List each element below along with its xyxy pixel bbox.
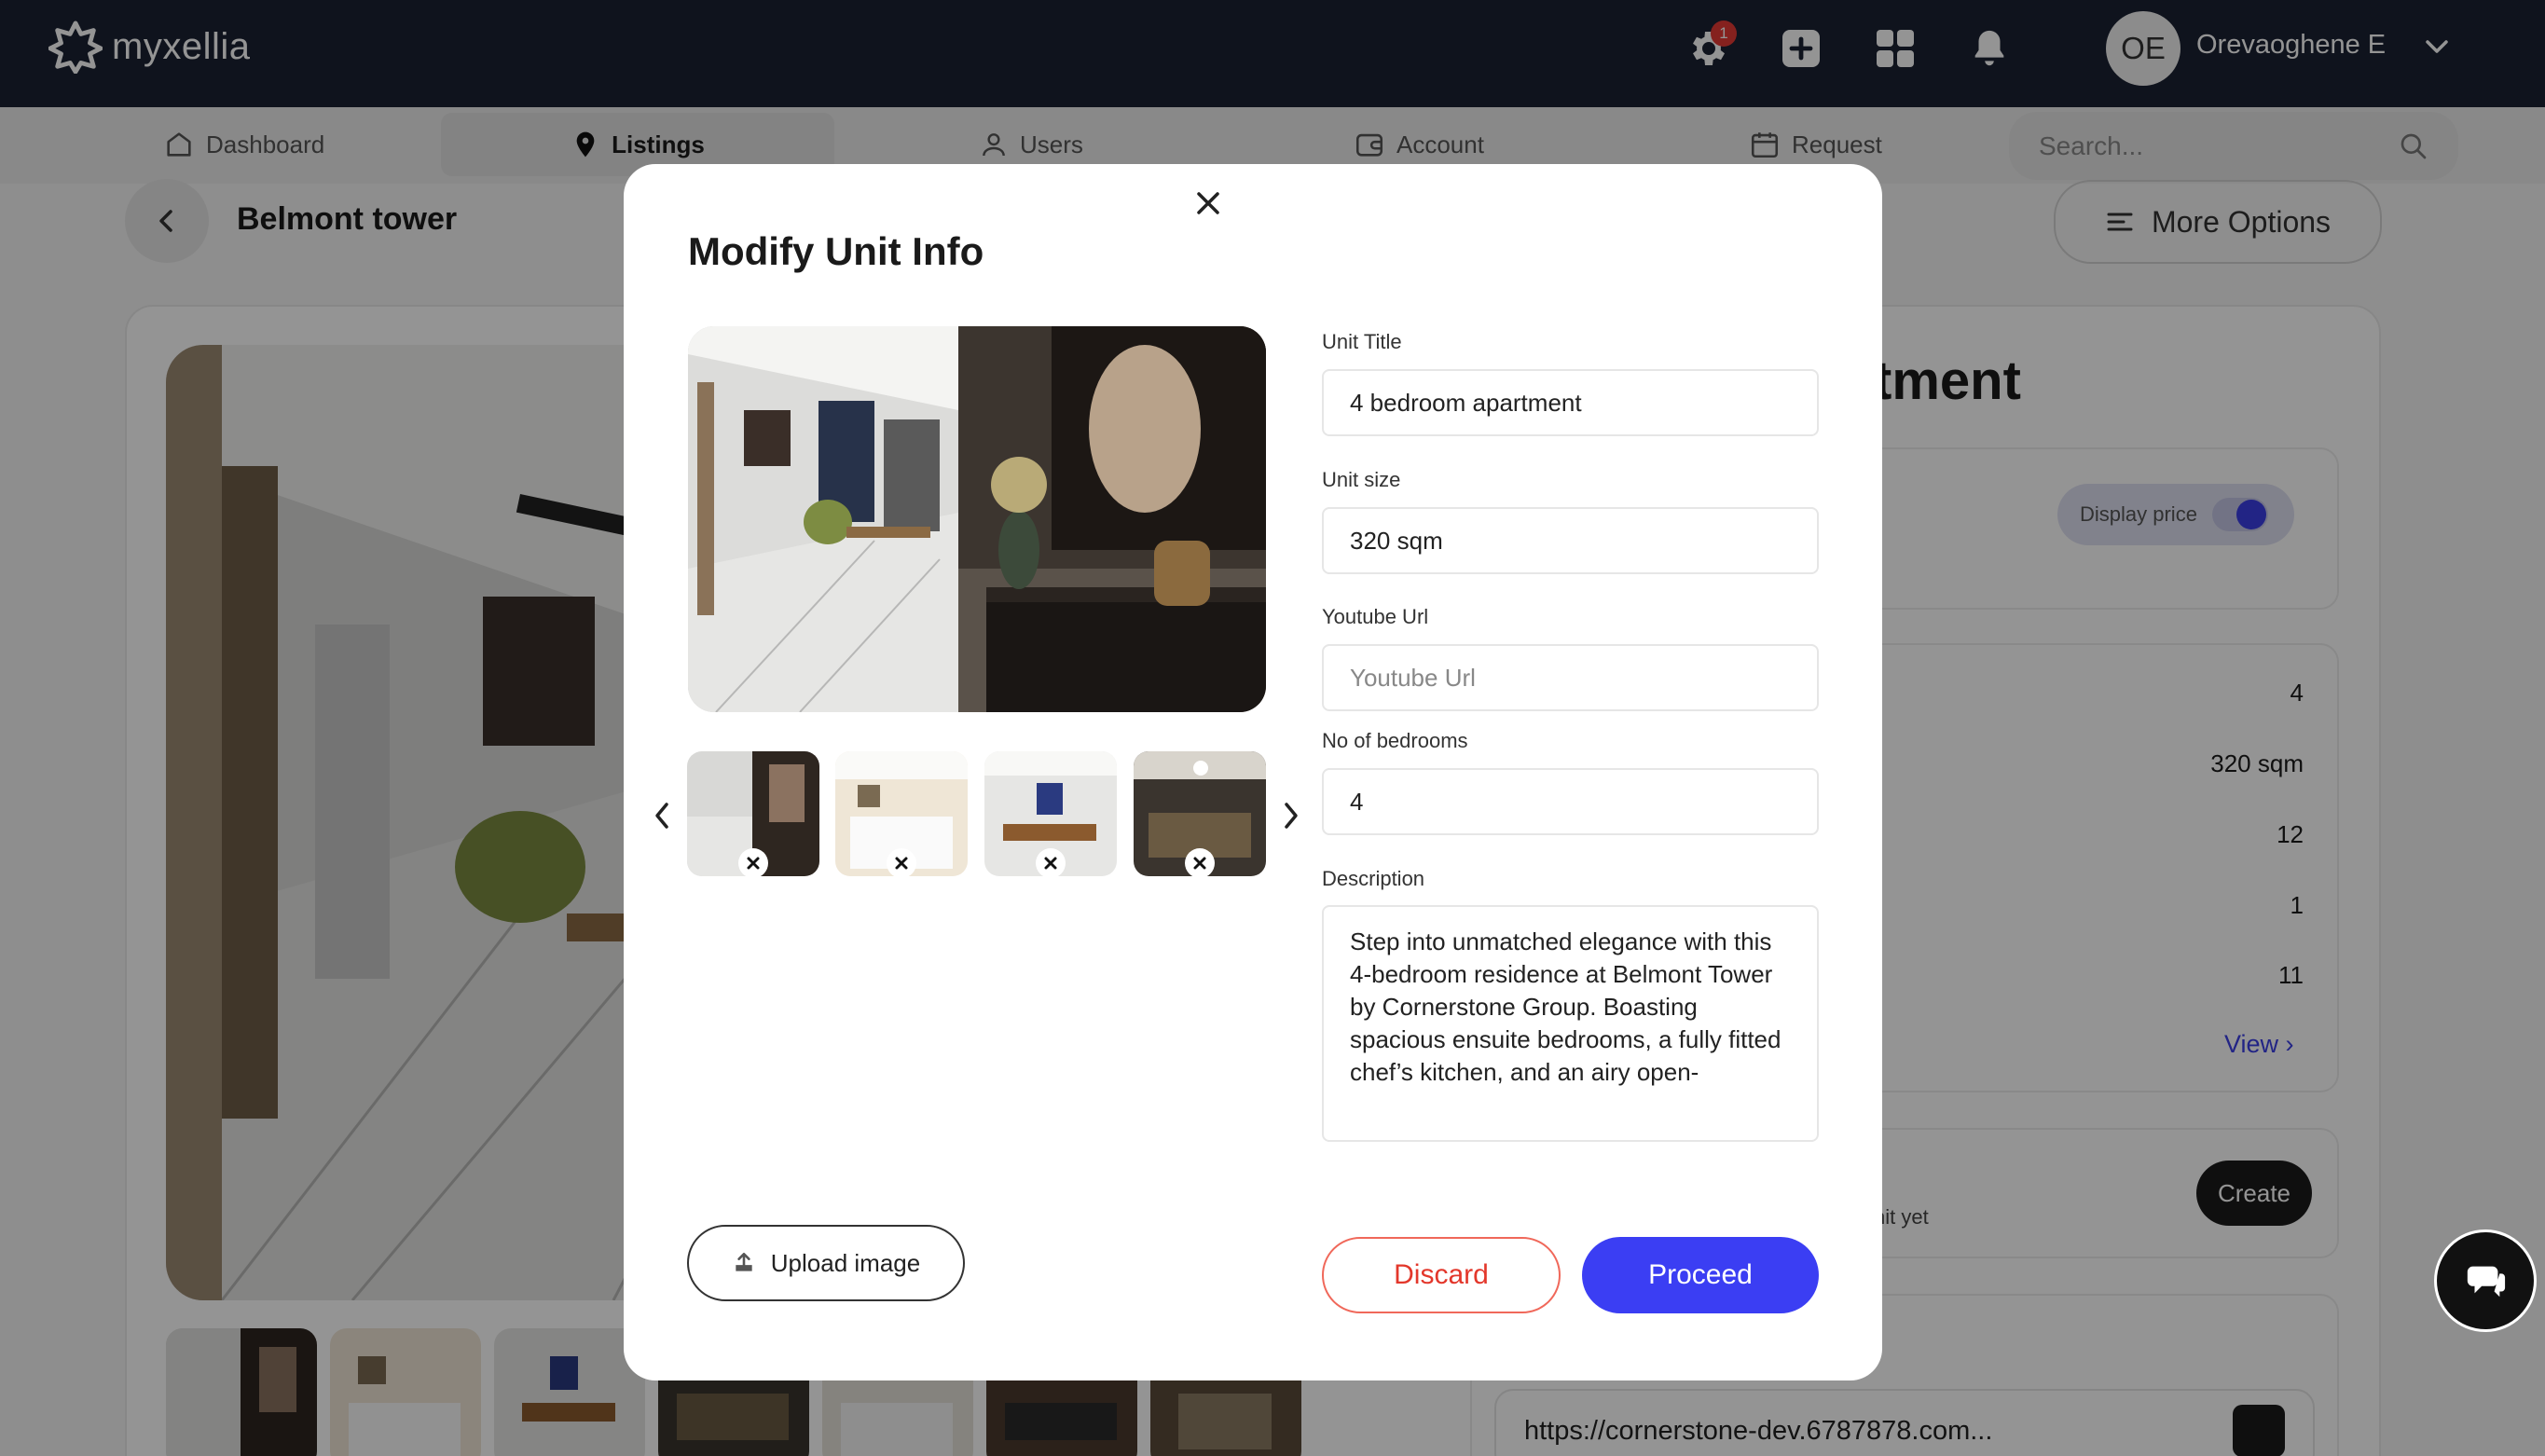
main-unit-photo[interactable] <box>688 326 1266 712</box>
youtube-url-label: Youtube Url <box>1322 605 1429 628</box>
chat-bubble-icon <box>2467 1266 2506 1298</box>
chat-button[interactable] <box>2437 1232 2534 1329</box>
close-icon <box>1044 857 1057 870</box>
unit-title-label: Unit Title <box>1322 330 1402 353</box>
chevron-right-icon <box>1285 803 1298 829</box>
discard-button[interactable]: Discard <box>1322 1237 1561 1313</box>
upload-icon <box>736 1252 752 1271</box>
close-button[interactable] <box>1190 185 1227 222</box>
close-icon <box>1197 192 1219 214</box>
description-label: Description <box>1322 867 1425 890</box>
description-textarea[interactable]: Step into unmatched elegance with this 4… <box>1322 905 1819 1142</box>
remove-image-button[interactable] <box>1185 848 1215 876</box>
modal-thumbnail[interactable] <box>1134 751 1266 876</box>
close-icon <box>747 857 760 870</box>
previous-image-button[interactable] <box>649 797 675 834</box>
close-icon <box>1193 857 1206 870</box>
remove-image-button[interactable] <box>738 848 768 876</box>
next-image-button[interactable] <box>1278 797 1304 834</box>
remove-image-button[interactable] <box>887 848 916 876</box>
bedrooms-label: No of bedrooms <box>1322 729 1468 752</box>
proceed-button[interactable]: Proceed <box>1582 1237 1819 1313</box>
main-photo-image <box>688 326 1266 712</box>
modal-thumbnail[interactable] <box>984 751 1117 876</box>
close-icon <box>895 857 908 870</box>
modal-title: Modify Unit Info <box>688 229 984 273</box>
upload-label: Upload image <box>770 1248 921 1277</box>
youtube-url-input[interactable]: Youtube Url <box>1322 644 1819 711</box>
chevron-left-icon <box>655 803 668 829</box>
unit-size-label: Unit size <box>1322 468 1401 491</box>
modal-thumbnail[interactable] <box>687 751 819 876</box>
remove-image-button[interactable] <box>1036 848 1066 876</box>
bedrooms-input[interactable]: 4 <box>1322 768 1819 835</box>
unit-title-input[interactable]: 4 bedroom apartment <box>1322 369 1819 436</box>
modal-thumbnail[interactable] <box>835 751 968 876</box>
upload-image-button[interactable]: Upload image <box>687 1225 965 1301</box>
unit-size-input[interactable]: 320 sqm <box>1322 507 1819 574</box>
